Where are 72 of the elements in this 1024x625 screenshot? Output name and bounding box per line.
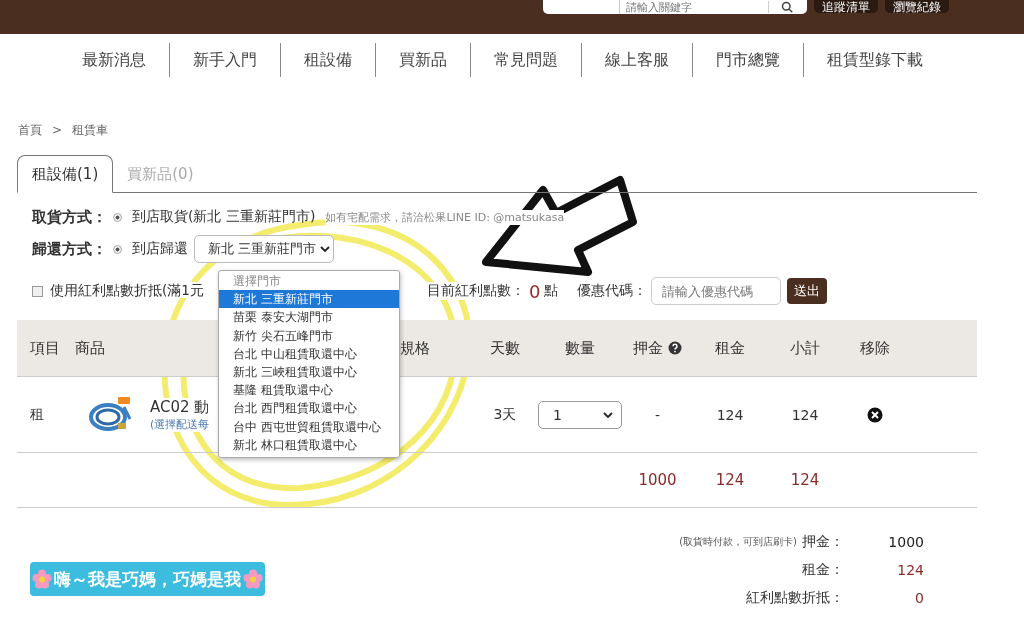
- column-header: 天數: [490, 338, 520, 358]
- header-button[interactable]: 瀏覽紀錄: [885, 0, 949, 13]
- column-header: 規格: [400, 338, 430, 358]
- submit-button[interactable]: 送出: [787, 278, 828, 304]
- dropdown-option[interactable]: 新北 林口租賃取還中心: [219, 435, 399, 454]
- breadcrumb-link[interactable]: 首頁: [18, 121, 42, 139]
- summary-label: 押金：: [802, 533, 844, 551]
- remove-icon[interactable]: [867, 406, 883, 423]
- summary-note: (取貨時付款，可到店刷卡): [679, 535, 797, 549]
- total-value: 1000: [638, 471, 677, 489]
- points-value: 0: [529, 280, 541, 302]
- caret-icon: [320, 245, 331, 253]
- radio-button[interactable]: [113, 244, 122, 254]
- column-header: 租金: [715, 338, 745, 358]
- nav-link[interactable]: 買新品: [375, 49, 470, 71]
- summary-value: 1000: [887, 534, 924, 550]
- nav-link[interactable]: 租設備: [280, 49, 375, 71]
- nav-link[interactable]: 常見問題: [470, 49, 581, 71]
- total-value: 124: [715, 471, 745, 489]
- checkbox[interactable]: [32, 285, 43, 297]
- table-cell: 租: [30, 405, 44, 424]
- radio-button[interactable]: [113, 212, 122, 222]
- coupon-field[interactable]: 請輸入優惠代碼: [651, 277, 782, 305]
- nav-link[interactable]: 最新消息: [58, 49, 169, 71]
- nav-link[interactable]: 新手入門: [169, 49, 280, 71]
- nav-link[interactable]: 租賃型錄下載: [803, 49, 946, 71]
- store-select[interactable]: 新北 三重新莊門市: [194, 235, 335, 263]
- nav-link[interactable]: 門市總覽: [692, 49, 803, 71]
- search-icon[interactable]: [768, 1, 795, 13]
- column-header: 押金: [633, 338, 663, 358]
- table-cell: -: [654, 406, 661, 423]
- tab[interactable]: 租設備(1): [17, 155, 114, 193]
- checkbox-label: 使用紅利點數折抵(滿1元: [50, 282, 204, 298]
- search-box[interactable]: 請輸入關鍵字: [543, 0, 807, 14]
- dropdown-option[interactable]: 台中 西屯世貿租賃取還中心: [219, 417, 399, 436]
- option-label: 到店歸還: [132, 240, 188, 258]
- column-header: 數量: [565, 338, 595, 358]
- option-label: 到店取貨(新北 三重新莊門市): [132, 208, 316, 226]
- quantity-select[interactable]: 1: [538, 400, 622, 429]
- help-icon[interactable]: [668, 341, 682, 355]
- breadcrumb-link[interactable]: 租賃車: [72, 121, 109, 139]
- summary-label: 紅利點數折抵：: [746, 589, 844, 607]
- header-button[interactable]: 追蹤清單: [814, 0, 878, 13]
- column-header: 移除: [860, 338, 890, 358]
- flower-icon: [243, 569, 263, 589]
- dropdown-option[interactable]: 台北 中山租賃取還中心: [219, 344, 399, 363]
- table-cell: 124: [791, 406, 819, 423]
- sticker-text: 嗨～我是巧媽，巧媽是我: [54, 567, 241, 591]
- points-unit: 點: [544, 282, 559, 300]
- breadcrumb-separator: >: [52, 123, 63, 137]
- field-label: 歸還方式：: [32, 239, 107, 259]
- summary-label: 租金：: [802, 561, 844, 579]
- table-cell: 124: [716, 406, 744, 423]
- dropdown-option[interactable]: 新北 三重新莊門市: [219, 290, 399, 309]
- dropdown-option[interactable]: 台北 西門租賃取還中心: [219, 399, 399, 418]
- column-header: 項目: [30, 338, 60, 358]
- note-text: 如有宅配需求，請洽松果LINE ID: @matsukasa: [325, 209, 565, 225]
- summary-value: 124: [896, 562, 924, 578]
- caret-icon: [603, 410, 613, 419]
- column-header: 小計: [790, 338, 820, 358]
- nav-link[interactable]: 線上客服: [581, 49, 692, 71]
- product-name[interactable]: AC02 動: [150, 397, 210, 417]
- summary-value: 0: [914, 590, 924, 606]
- table-cell: 3天: [493, 405, 517, 424]
- total-value: 124: [790, 471, 820, 489]
- field-label: 取貨方式：: [32, 207, 107, 227]
- dropdown-option[interactable]: 新竹 尖石五峰門市: [219, 326, 399, 345]
- dropdown-option[interactable]: 基隆 租賃取還中心: [219, 381, 399, 400]
- column-header: 商品: [75, 338, 105, 358]
- flower-icon: [32, 569, 52, 589]
- dropdown-option[interactable]: 新北 三峽租賃取還中心: [219, 362, 399, 382]
- dropdown-option[interactable]: 苗栗 泰安大湖門市: [219, 308, 399, 327]
